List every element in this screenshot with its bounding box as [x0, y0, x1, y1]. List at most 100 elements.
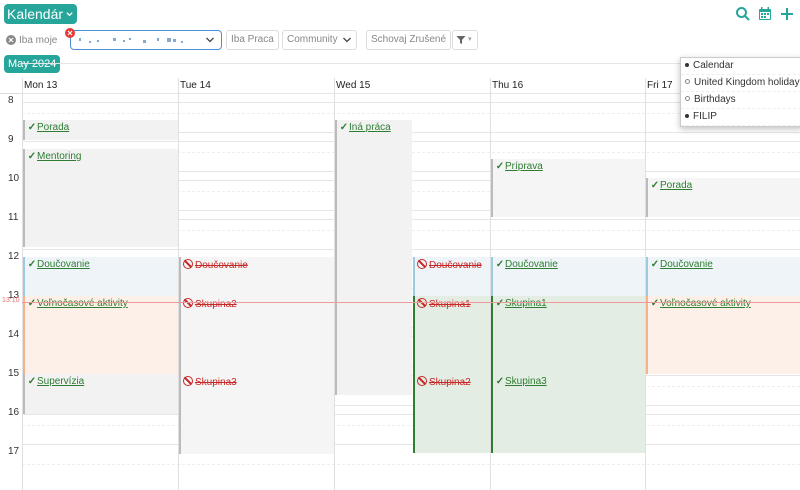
event-title[interactable]: Skupina3 — [195, 377, 237, 388]
confirmed-check-icon: ✓ — [650, 259, 660, 270]
unselected-dot-icon — [685, 96, 690, 101]
day-header[interactable]: Wed 15 — [336, 80, 370, 94]
hide-cancelled-button[interactable]: Schovaj Zrušené — [366, 30, 452, 50]
only-mine-label: Iba moje — [19, 34, 58, 46]
filter-button[interactable]: ▾ — [452, 30, 478, 50]
app-title: Kalendár — [7, 6, 64, 22]
event-title[interactable]: Voľnočasové aktivity — [660, 298, 751, 309]
event-title[interactable]: Skupina3 — [505, 376, 547, 387]
only-work-button[interactable]: Iba Praca — [226, 30, 279, 50]
event-block[interactable]: ✓Mentoring — [23, 149, 178, 247]
event-title[interactable]: Porada — [37, 122, 69, 133]
confirmed-check-icon: ✓ — [495, 161, 505, 172]
clear-icon[interactable] — [65, 28, 75, 38]
calendar-source-option[interactable]: Calendar — [681, 58, 800, 75]
cancelled-icon — [183, 259, 193, 269]
event-title[interactable]: Voľnočasové aktivity — [37, 298, 128, 309]
chevron-down-icon — [206, 37, 214, 43]
hour-label: 12 — [8, 251, 20, 262]
event-title[interactable]: Doučovanie — [195, 260, 248, 271]
community-label: Community — [287, 34, 338, 45]
calendar-icon[interactable] — [757, 6, 773, 22]
event-title[interactable]: Skupina2 — [195, 299, 237, 310]
half-hour-line — [22, 464, 800, 465]
calendar-source-menu: Calendar United Kingdom holidays Birthdays… — [680, 57, 800, 127]
event-block[interactable]: ✓Doučovanie — [23, 257, 178, 297]
hour-label: 8 — [8, 95, 14, 106]
day-header[interactable]: Thu 16 — [492, 80, 523, 94]
unselected-dot-icon — [685, 79, 690, 84]
current-time-line — [22, 302, 800, 303]
confirmed-check-icon: ✓ — [650, 180, 660, 191]
event-title[interactable]: Skupina1 — [429, 299, 471, 310]
blurred-selection-chips — [79, 38, 183, 43]
event-title[interactable]: Iná práca — [349, 122, 391, 133]
month-label: May 2024 — [4, 55, 61, 73]
calendar-multiselect[interactable] — [65, 28, 222, 50]
event-block[interactable]: ✓Voľnočasové aktivity — [23, 296, 178, 374]
community-select[interactable]: Community — [282, 30, 357, 50]
event-block[interactable]: ✓Porada — [646, 178, 800, 217]
half-hour-line — [22, 425, 800, 426]
cancelled-icon — [417, 259, 427, 269]
event-title[interactable]: Doučovanie — [37, 259, 90, 270]
only-mine-toggle[interactable]: Iba moje — [6, 30, 57, 50]
calendar-source-option[interactable]: Birthdays — [681, 92, 800, 109]
event-title[interactable]: Príprava — [505, 161, 543, 172]
event-block[interactable]: Skupina2 — [413, 374, 490, 453]
event-title[interactable]: Porada — [660, 180, 692, 191]
event-block[interactable]: Skupina2 — [179, 296, 334, 374]
event-block[interactable]: Doučovanie — [179, 257, 334, 297]
selected-dot-icon — [685, 63, 689, 67]
hour-label: 17 — [8, 446, 20, 457]
calendar-source-option[interactable]: FILIP — [681, 109, 800, 126]
cancelled-icon — [417, 298, 427, 308]
search-icon[interactable] — [735, 6, 751, 22]
hour-label: 9 — [8, 134, 14, 145]
event-block[interactable]: ✓Porada — [23, 120, 178, 140]
confirmed-check-icon: ✓ — [339, 122, 349, 133]
filter-caret-icon: ▾ — [468, 36, 472, 43]
add-icon[interactable] — [779, 6, 795, 22]
filter-icon — [456, 36, 466, 44]
day-header[interactable]: Tue 14 — [180, 80, 211, 94]
hour-label: 16 — [8, 407, 20, 418]
event-title[interactable]: Supervízia — [37, 376, 84, 387]
event-title[interactable]: Skupina1 — [505, 298, 547, 309]
confirmed-check-icon: ✓ — [495, 376, 505, 387]
calendar-source-label: Birthdays — [694, 94, 736, 105]
confirmed-check-icon: ✓ — [27, 376, 37, 387]
hour-label: 14 — [8, 329, 20, 340]
event-block[interactable]: ✓Iná práca — [335, 120, 412, 395]
current-time-label: 13:10 — [2, 297, 20, 304]
event-block[interactable]: Skupina3 — [179, 374, 334, 454]
event-title[interactable]: Skupina2 — [429, 377, 471, 388]
event-title[interactable]: Doučovanie — [429, 260, 482, 271]
hour-label: 15 — [8, 368, 20, 379]
chevron-down-icon — [342, 37, 351, 43]
calendar-source-option[interactable]: United Kingdom holidays — [681, 75, 800, 92]
event-block[interactable]: ✓Voľnočasové aktivity — [646, 296, 800, 374]
event-title[interactable]: Doučovanie — [660, 259, 713, 270]
hour-line — [22, 444, 800, 445]
event-block[interactable]: ✓Doučovanie — [491, 257, 645, 297]
event-title[interactable]: Doučovanie — [505, 259, 558, 270]
confirmed-check-icon: ✓ — [495, 259, 505, 270]
calendar-title-dropdown[interactable]: Kalendár — [4, 4, 78, 24]
event-block[interactable]: ✓Skupina3 — [491, 374, 645, 453]
calendar-source-label: FILIP — [693, 111, 717, 122]
confirmed-check-icon: ✓ — [495, 298, 505, 309]
event-title[interactable]: Mentoring — [37, 151, 81, 162]
event-block[interactable]: Doučovanie — [413, 257, 490, 297]
event-block[interactable]: ✓Príprava — [491, 159, 645, 217]
event-block[interactable]: ✓Supervízia — [23, 374, 178, 414]
day-header[interactable]: Mon 13 — [24, 80, 57, 94]
event-block[interactable]: ✓Doučovanie — [646, 257, 800, 297]
cancelled-icon — [417, 376, 427, 386]
confirmed-check-icon: ✓ — [650, 298, 660, 309]
confirmed-check-icon: ✓ — [27, 259, 37, 270]
confirmed-check-icon: ✓ — [27, 298, 37, 309]
calendar-source-label: Calendar — [693, 60, 734, 71]
hour-line — [22, 414, 800, 415]
day-header[interactable]: Fri 17 — [647, 80, 673, 94]
